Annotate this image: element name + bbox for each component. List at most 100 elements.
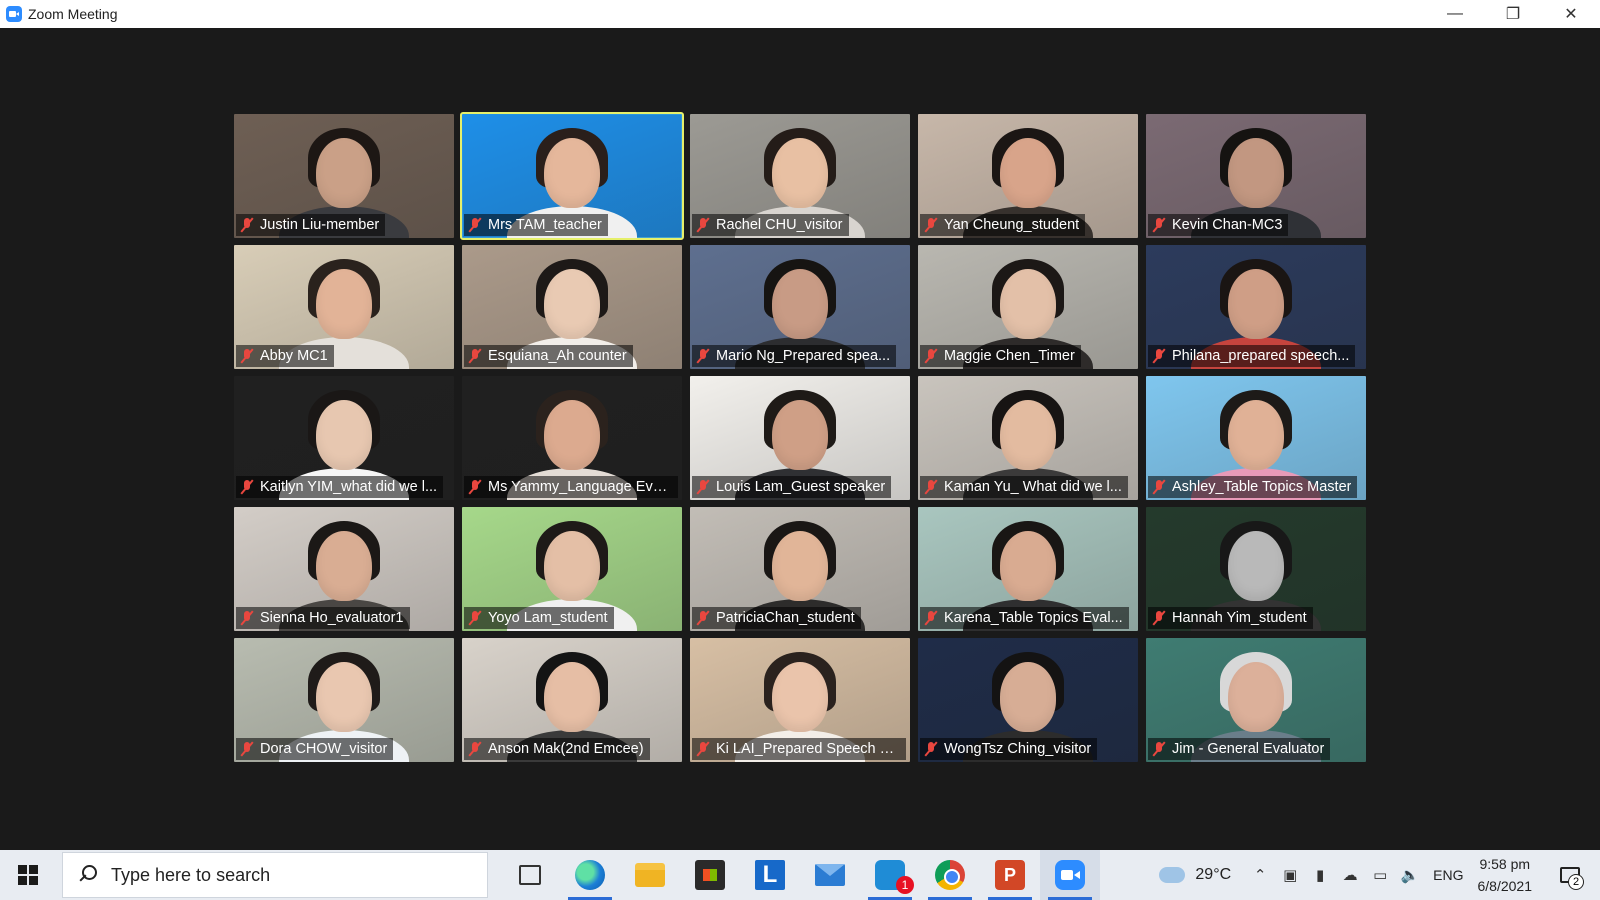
participant-tile[interactable]: Philana_prepared speech... — [1146, 245, 1366, 369]
start-button[interactable] — [0, 850, 56, 900]
participant-tile[interactable]: Louis Lam_Guest speaker — [690, 376, 910, 500]
mail-icon — [815, 864, 845, 886]
participant-name-label: Mario Ng_Prepared spea... — [692, 345, 897, 367]
chevron-up-icon[interactable]: ⌃ — [1245, 850, 1275, 900]
chat-taskbar-button[interactable]: 1 — [860, 850, 920, 900]
store-taskbar-button[interactable] — [680, 850, 740, 900]
muted-microphone-icon — [696, 741, 710, 757]
muted-microphone-icon — [924, 741, 938, 757]
l-app-icon: L — [755, 860, 785, 890]
system-tray: 29°C ⌃ ▣ ▮ ☁ ▭ 🔈 ENG 9:58 pm 6/8/2021 2 — [1159, 850, 1600, 900]
participant-name: Mario Ng_Prepared spea... — [716, 348, 891, 364]
participant-tile[interactable]: Yoyo Lam_student — [462, 507, 682, 631]
windows-logo-icon — [18, 865, 38, 885]
participant-tile[interactable]: Kaman Yu_ What did we l... — [918, 376, 1138, 500]
participant-face — [1000, 400, 1056, 470]
muted-microphone-icon — [468, 479, 482, 495]
muted-microphone-icon — [240, 479, 254, 495]
participant-tile[interactable]: Rachel CHU_visitor — [690, 114, 910, 238]
muted-microphone-icon — [240, 741, 254, 757]
participant-name-label: Kaman Yu_ What did we l... — [920, 476, 1128, 498]
participant-tile[interactable]: Jim - General Evaluator — [1146, 638, 1366, 762]
muted-microphone-icon — [696, 479, 710, 495]
participant-tile[interactable]: Ki LAI_Prepared Speech E... — [690, 638, 910, 762]
taskbar-apps: L 1 P — [500, 850, 1100, 900]
participant-name-label: Yoyo Lam_student — [464, 607, 614, 629]
participant-name: PatriciaChan_student — [716, 610, 855, 626]
language-indicator[interactable]: ENG — [1433, 867, 1463, 883]
participant-tile[interactable]: Ms Yammy_Language Eva... — [462, 376, 682, 500]
participant-name-label: Hannah Yim_student — [1148, 607, 1313, 629]
participant-name-label: WongTsz Ching_visitor — [920, 738, 1098, 760]
meeting-area: Justin Liu-member Mrs TAM_teacher Rachel C… — [0, 28, 1600, 850]
zoom-icon — [1055, 860, 1085, 890]
notification-badge: 1 — [896, 876, 914, 894]
taskbar-search-box[interactable]: Type here to search — [62, 852, 488, 898]
participant-name-label: Ms Yammy_Language Eva... — [464, 476, 678, 498]
taskbar: Type here to search L 1 P 29°C ⌃ ▣ ▮ ☁ ▭ 🔈… — [0, 850, 1600, 900]
participant-name: Jim - General Evaluator — [1172, 741, 1325, 757]
participant-name-label: Ki LAI_Prepared Speech E... — [692, 738, 906, 760]
zoom-taskbar-button[interactable] — [1040, 850, 1100, 900]
participant-name-label: Maggie Chen_Timer — [920, 345, 1081, 367]
participant-face — [316, 138, 372, 208]
edge-taskbar-button[interactable] — [560, 850, 620, 900]
muted-microphone-icon — [924, 610, 938, 626]
restore-button[interactable]: ❐ — [1484, 0, 1542, 28]
weather-widget[interactable]: 29°C — [1159, 866, 1231, 884]
participant-name-label: Esquiana_Ah counter — [464, 345, 633, 367]
meet-now-icon[interactable]: ▣ — [1275, 850, 1305, 900]
participant-tile[interactable]: Kaitlyn YIM_what did we l... — [234, 376, 454, 500]
participant-face — [1228, 400, 1284, 470]
onedrive-icon[interactable]: ☁ — [1335, 850, 1365, 900]
participant-tile[interactable]: Sienna Ho_evaluator1 — [234, 507, 454, 631]
participant-name: Louis Lam_Guest speaker — [716, 479, 886, 495]
participant-tile[interactable]: Dora CHOW_visitor — [234, 638, 454, 762]
participant-name-label: Ashley_Table Topics Master — [1148, 476, 1358, 498]
participant-tile[interactable]: Anson Mak(2nd Emcee) — [462, 638, 682, 762]
participant-name-label: Jim - General Evaluator — [1148, 738, 1331, 760]
muted-microphone-icon — [468, 610, 482, 626]
mail-taskbar-button[interactable] — [800, 850, 860, 900]
volume-icon[interactable]: 🔈 — [1395, 850, 1425, 900]
participant-tile[interactable]: Mrs TAM_teacher — [460, 112, 684, 240]
powerpoint-taskbar-button[interactable]: P — [980, 850, 1040, 900]
participant-face — [316, 662, 372, 732]
participant-face — [544, 138, 600, 208]
participant-tile[interactable]: Karena_Table Topics Eval... — [918, 507, 1138, 631]
minimize-button[interactable]: — — [1426, 0, 1484, 28]
muted-microphone-icon — [924, 348, 938, 364]
participant-face — [316, 269, 372, 339]
network-icon[interactable]: ▭ — [1365, 850, 1395, 900]
participant-tile[interactable]: Esquiana_Ah counter — [462, 245, 682, 369]
participant-face — [316, 400, 372, 470]
microphone-icon[interactable]: ▮ — [1305, 850, 1335, 900]
participant-name: Mrs TAM_teacher — [488, 217, 602, 233]
participant-tile[interactable]: Yan Cheung_student — [918, 114, 1138, 238]
task-view-icon — [519, 865, 541, 885]
participant-tile[interactable]: Mario Ng_Prepared spea... — [690, 245, 910, 369]
participant-name-label: Justin Liu-member — [236, 214, 386, 236]
muted-microphone-icon — [1152, 348, 1166, 364]
close-button[interactable]: ✕ — [1542, 0, 1600, 28]
participant-tile[interactable]: Justin Liu-member — [234, 114, 454, 238]
participant-tile[interactable]: PatriciaChan_student — [690, 507, 910, 631]
participant-tile[interactable]: Hannah Yim_student — [1146, 507, 1366, 631]
chrome-taskbar-button[interactable] — [920, 850, 980, 900]
file-explorer-taskbar-button[interactable] — [620, 850, 680, 900]
participant-tile[interactable]: Kevin Chan-MC3 — [1146, 114, 1366, 238]
participant-tile[interactable]: Abby MC1 — [234, 245, 454, 369]
participant-face — [772, 400, 828, 470]
muted-microphone-icon — [696, 217, 710, 233]
task-view-taskbar-button[interactable] — [500, 850, 560, 900]
l-app-taskbar-button[interactable]: L — [740, 850, 800, 900]
participant-face — [1000, 269, 1056, 339]
participant-tile[interactable]: Maggie Chen_Timer — [918, 245, 1138, 369]
clock[interactable]: 9:58 pm 6/8/2021 — [1478, 853, 1533, 897]
participant-face — [1228, 662, 1284, 732]
participant-name: Kaman Yu_ What did we l... — [944, 479, 1122, 495]
notification-center-button[interactable]: 2 — [1550, 850, 1590, 900]
participant-tile[interactable]: WongTsz Ching_visitor — [918, 638, 1138, 762]
participant-tile[interactable]: Ashley_Table Topics Master — [1146, 376, 1366, 500]
muted-microphone-icon — [468, 217, 482, 233]
